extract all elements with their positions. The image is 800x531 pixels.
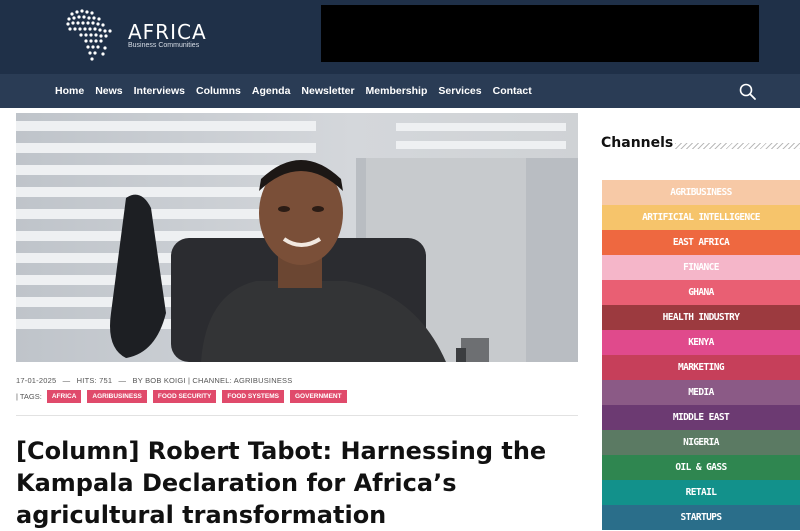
search-icon[interactable] — [738, 82, 758, 102]
nav-news[interactable]: News — [95, 85, 122, 97]
portrait-photo — [16, 113, 578, 362]
channel-list: AGRIBUSINESS ARTIFICIAL INTELLIGENCE EAS… — [602, 180, 800, 530]
nav-home[interactable]: Home — [55, 85, 84, 97]
channel-startups[interactable]: STARTUPS — [602, 505, 800, 530]
nav-newsletter[interactable]: Newsletter — [301, 85, 354, 97]
channel-nigeria[interactable]: NIGERIA — [602, 430, 800, 455]
channel-kenya[interactable]: KENYA — [602, 330, 800, 355]
channel-health-industry[interactable]: HEALTH INDUSTRY — [602, 305, 800, 330]
sidebar-title-rule — [675, 143, 800, 149]
logo-wordmark: AFRICA — [128, 20, 207, 44]
tag-food-systems[interactable]: FOOD SYSTEMS — [222, 390, 284, 403]
tag-agribusiness[interactable]: AGRIBUSINESS — [87, 390, 147, 403]
nav-contact[interactable]: Contact — [493, 85, 532, 97]
channel-oil-gass[interactable]: OIL & GASS — [602, 455, 800, 480]
nav-services[interactable]: Services — [438, 85, 481, 97]
nav-interviews[interactable]: Interviews — [134, 85, 185, 97]
channel-marketing[interactable]: MARKETING — [602, 355, 800, 380]
nav-membership[interactable]: Membership — [366, 85, 428, 97]
main-nav: Home News Interviews Columns Agenda News… — [0, 74, 800, 108]
tag-food-security[interactable]: FOOD SECURITY — [152, 390, 217, 403]
article-byline: BY BOB KOIGI | CHANNEL: AGRIBUSINESS — [132, 376, 293, 385]
channel-east-africa[interactable]: EAST AFRICA — [602, 230, 800, 255]
meta-separator: — — [62, 376, 71, 385]
article-title: [Column] Robert Tabot: Harnessing the Ka… — [16, 437, 547, 529]
channel-artificial-intelligence[interactable]: ARTIFICIAL INTELLIGENCE — [602, 205, 800, 230]
africa-map-icon — [66, 9, 112, 61]
logo-subtitle: Business Communities — [128, 42, 200, 49]
channel-finance[interactable]: FINANCE — [602, 255, 800, 280]
channel-retail[interactable]: RETAIL — [602, 480, 800, 505]
article-meta: 17-01-2025 — HITS: 751 — BY BOB KOIGI | … — [16, 376, 296, 385]
article-hits: HITS: 751 — [76, 376, 113, 385]
site-logo[interactable]: AFRICA Business Communities — [64, 8, 214, 64]
article-date: 17-01-2025 — [16, 376, 57, 385]
meta-separator: — — [118, 376, 127, 385]
channel-agribusiness[interactable]: AGRIBUSINESS — [602, 180, 800, 205]
sidebar-title: Channels — [601, 135, 674, 151]
tag-government[interactable]: GOVERNMENT — [290, 390, 347, 403]
tags-label: | TAGS: — [16, 392, 42, 401]
article-hero-image — [16, 113, 578, 362]
tag-africa[interactable]: AFRICA — [46, 390, 82, 403]
nav-agenda[interactable]: Agenda — [252, 85, 291, 97]
ad-banner[interactable] — [321, 5, 759, 62]
site-header: AFRICA Business Communities — [0, 0, 800, 74]
nav-columns[interactable]: Columns — [196, 85, 241, 97]
channel-media[interactable]: MEDIA — [602, 380, 800, 405]
article-tags: | TAGS: AFRICA AGRIBUSINESS FOOD SECURIT… — [16, 390, 353, 403]
divider — [16, 415, 578, 416]
channel-ghana[interactable]: GHANA — [602, 280, 800, 305]
channel-middle-east[interactable]: MIDDLE EAST — [602, 405, 800, 430]
